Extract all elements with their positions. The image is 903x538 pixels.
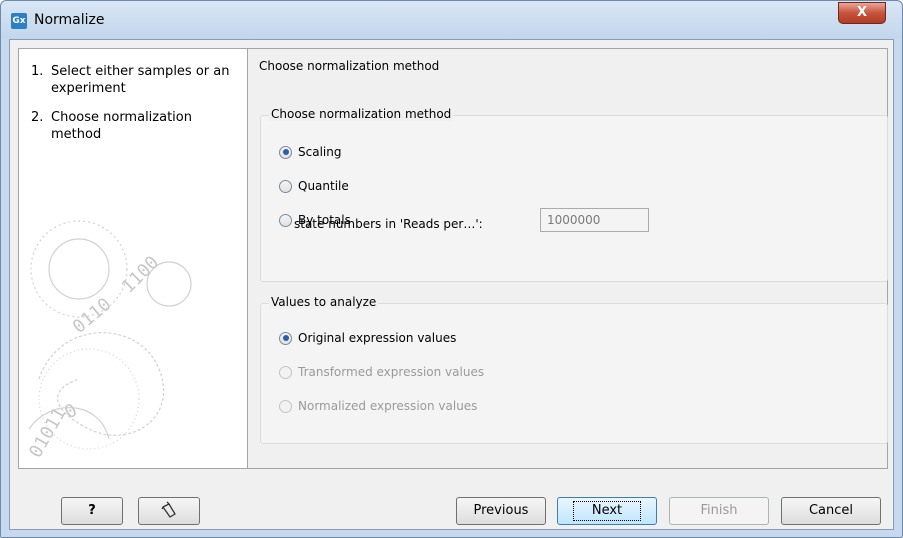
previous-button[interactable]: Previous [456,497,546,525]
steps-panel: 1. Select either samples or an experimen… [18,48,248,469]
reads-per-label: state numbers in 'Reads per…': [294,217,483,231]
radio-button-icon [279,331,292,345]
radio-original-values[interactable]: Original expression values [279,329,456,347]
radio-button-icon [279,213,292,227]
step-label: Select either samples or an experiment [51,64,230,96]
radio-button-icon [279,399,292,413]
values-to-analyze-group: Values to analyze Original expression va… [260,295,888,444]
binary-swirl-decoration: 0110 1100 01011 0 [25,220,192,462]
radio-button-icon [279,365,292,379]
content-panel: Choose normalization method Choose norma… [248,48,888,469]
help-icon: ? [88,503,96,518]
step-number: 1. [31,64,44,79]
radio-label: Original expression values [298,331,457,345]
radio-normalized-values[interactable]: Normalized expression values [279,397,477,415]
app-logo-icon: Gx [11,13,27,29]
radio-transformed-values[interactable]: Transformed expression values [279,363,484,381]
normalize-dialog: Gx Normalize X 1. Select either samples … [0,0,903,538]
finish-button[interactable]: Finish [669,497,769,525]
window-title: Normalize [34,12,105,28]
svg-text:01011: 01011 [25,404,70,461]
radio-button-icon [279,179,292,193]
next-button[interactable]: Next [557,497,657,525]
group-title: Values to analyze [269,295,379,309]
radio-quantile[interactable]: Quantile [279,177,349,195]
radio-scaling[interactable]: Scaling [279,143,341,161]
dialog-body: 1. Select either samples or an experimen… [9,39,894,530]
normalization-method-group: Choose normalization method Scaling Quan… [260,107,888,282]
radio-label: Normalized expression values [298,399,478,413]
help-button[interactable]: ? [61,497,123,525]
reset-icon [161,501,176,518]
radio-label: Quantile [298,179,349,193]
step-label: Choose normalization method [51,110,192,142]
svg-text:0110: 0110 [69,294,116,338]
step-number: 2. [31,110,44,125]
group-title: Choose normalization method [269,107,454,121]
title-bar: Gx Normalize X [1,1,902,39]
radio-label: Scaling [298,145,342,159]
next-button-label: Next [572,501,642,521]
reset-button[interactable] [138,497,200,525]
reads-per-input[interactable] [540,208,649,232]
cancel-button[interactable]: Cancel [781,497,881,525]
radio-button-icon [279,145,292,159]
svg-text:1100: 1100 [118,252,164,298]
radio-label: Transformed expression values [298,365,485,379]
close-button[interactable]: X [838,2,886,24]
close-icon: X [856,5,868,20]
page-title: Choose normalization method [259,59,440,73]
